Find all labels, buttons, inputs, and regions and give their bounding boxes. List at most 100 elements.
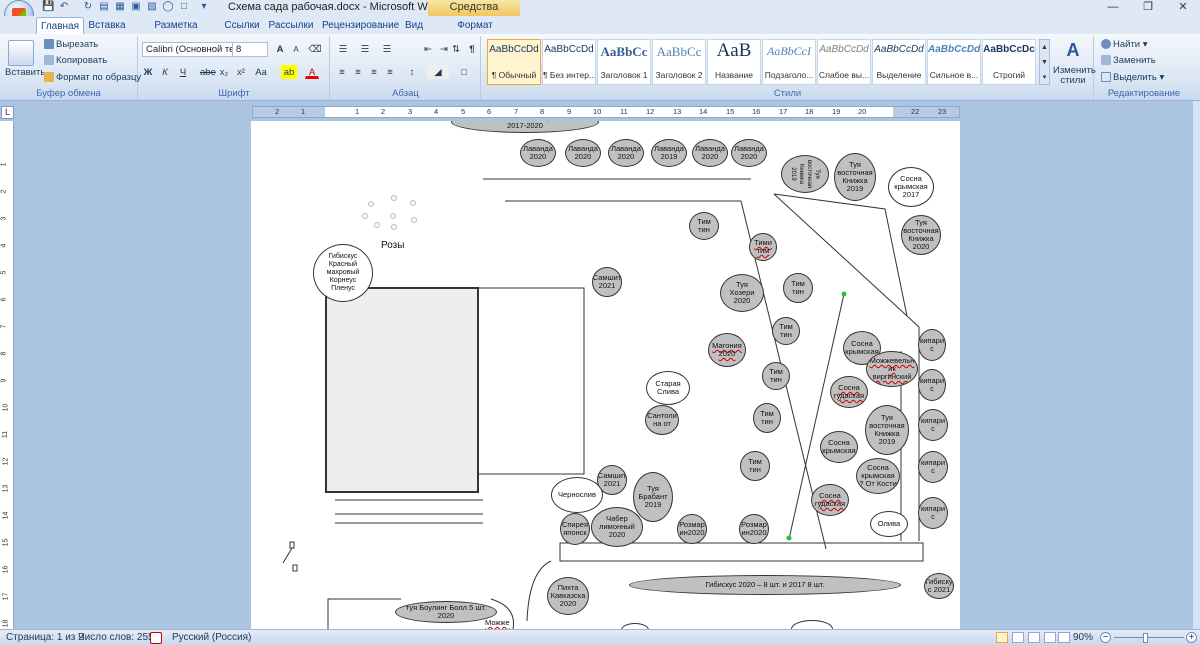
- plant-lavender[interactable]: Лаванда 2020: [731, 139, 767, 167]
- zoom-level[interactable]: 90%: [1073, 632, 1093, 643]
- replace-button[interactable]: Заменить: [1101, 55, 1156, 66]
- plant-crimean-pine[interactable]: Сосна крымская 2017: [888, 167, 934, 207]
- change-case-button[interactable]: Aa: [253, 65, 269, 79]
- plant-thuja[interactable]: Туя восточная Книжка 2019: [865, 405, 909, 455]
- qat-customize-icon[interactable]: ▾: [198, 1, 210, 13]
- full-screen-icon[interactable]: [1012, 632, 1024, 643]
- style-subtle-emphasis[interactable]: AaBbCcDd Слабое вы...: [817, 39, 871, 85]
- plant-rosemary[interactable]: Розмар ин2020: [739, 514, 769, 544]
- tab-references[interactable]: Ссылки: [222, 17, 262, 34]
- tab-insert[interactable]: Вставка: [86, 17, 128, 34]
- plant-hibiscus-red[interactable]: Гибискус Красный махровый Корнеус Пленус: [313, 244, 373, 302]
- plant-sudak-pine[interactable]: Сосна гудаская: [811, 484, 849, 516]
- close-icon[interactable]: ✕: [1168, 0, 1198, 16]
- numbering-icon[interactable]: ☰: [357, 42, 373, 56]
- tab-view[interactable]: Вид: [400, 17, 428, 34]
- styles-scroll-icon[interactable]: ▲ ▼ ▾: [1039, 39, 1050, 85]
- zoom-in-icon[interactable]: +: [1186, 632, 1197, 643]
- outline-icon[interactable]: [1044, 632, 1056, 643]
- vertical-scrollbar[interactable]: [1193, 101, 1200, 629]
- copy-button[interactable]: Копировать: [44, 55, 107, 66]
- plant-thyme[interactable]: Тим тин: [740, 451, 770, 481]
- redo-icon[interactable]: ↻: [82, 1, 94, 13]
- plant-thuja-bowling-ball[interactable]: туя Боулинг Болл 5 шт. 2020: [395, 601, 497, 623]
- font-size-combo[interactable]: 8: [232, 42, 268, 57]
- superscript-button[interactable]: x²: [235, 65, 247, 79]
- plant-boxwood[interactable]: Самшит 2021: [592, 267, 622, 297]
- plant-lavender[interactable]: Лаванда 2020: [692, 139, 728, 167]
- plant-cypress[interactable]: кипари с: [918, 409, 948, 441]
- vertical-ruler[interactable]: 1 2 3 4 5 6 7 8 9 10 11 12 13 14 15 16 17 18: [0, 121, 14, 629]
- underline-button[interactable]: Ч: [176, 65, 190, 79]
- font-name-combo[interactable]: Calibri (Основной тек: [142, 42, 234, 57]
- plant-crimean-pine[interactable]: Сосна крымская: [820, 431, 858, 463]
- plant-thuja-hoseri[interactable]: Туя Хозери 2020: [720, 274, 764, 312]
- print-layout-icon[interactable]: [996, 632, 1008, 643]
- plant-thyme[interactable]: Тим тин: [783, 273, 813, 303]
- plant-thyme[interactable]: Тим тин: [762, 362, 790, 390]
- minimize-icon[interactable]: —: [1098, 0, 1128, 16]
- qat-button-6-icon[interactable]: □: [178, 1, 190, 13]
- change-styles-button[interactable]: Изменить стили: [1053, 66, 1096, 86]
- plant-old-plum[interactable]: Старая Слива: [646, 371, 690, 405]
- spellcheck-icon[interactable]: [150, 632, 162, 644]
- tab-mailings[interactable]: Рассылки: [268, 17, 314, 34]
- style-no-spacing[interactable]: AaBbCcDd ¶ Без интер...: [542, 39, 596, 85]
- ruler-toggle-button[interactable]: L: [1, 106, 14, 119]
- qat-button-3-icon[interactable]: ▣: [130, 1, 142, 13]
- shading-icon[interactable]: ◢: [427, 65, 449, 79]
- word-count[interactable]: Число слов: 255: [78, 632, 154, 643]
- justify-icon[interactable]: ≡: [383, 65, 397, 79]
- paste-button[interactable]: Вставить: [5, 67, 45, 78]
- change-styles-icon[interactable]: A: [1062, 40, 1084, 62]
- plant-thyme[interactable]: Тими тим: [749, 233, 777, 261]
- zoom-out-icon[interactable]: −: [1100, 632, 1111, 643]
- web-layout-icon[interactable]: [1028, 632, 1040, 643]
- italic-button[interactable]: К: [159, 65, 171, 79]
- show-marks-icon[interactable]: ¶: [465, 42, 479, 56]
- plant-mahonia[interactable]: Магония 2020: [708, 333, 746, 367]
- strikethrough-button[interactable]: abe: [199, 65, 216, 79]
- plant-lavender[interactable]: Лаванда 2019: [651, 139, 687, 167]
- plant-cypress[interactable]: кипари с: [918, 451, 948, 483]
- draft-icon[interactable]: [1058, 632, 1070, 643]
- qat-button-2-icon[interactable]: ▦: [114, 1, 126, 13]
- paste-icon[interactable]: [8, 40, 34, 66]
- plant-cypress[interactable]: кипари с: [918, 369, 946, 401]
- plant-crimean-pine[interactable]: Сосна крымская ? От Кости: [856, 458, 900, 494]
- font-color-button[interactable]: A: [305, 65, 319, 79]
- style-heading-2[interactable]: AaBbCc Заголовок 2: [652, 39, 706, 85]
- tab-page-layout[interactable]: Разметка страницы: [134, 17, 218, 48]
- plant-prune[interactable]: Чернослив: [551, 477, 603, 513]
- cut-button[interactable]: Вырезать: [44, 39, 98, 50]
- plant-hibiscus-row[interactable]: Гибискус 2020 – 8 шт. и 2017 8 шт.: [629, 575, 901, 595]
- plant-caucasian-fir[interactable]: Пихта Кавказска 2020: [547, 577, 589, 615]
- style-heading-1[interactable]: AaBbCc Заголовок 1: [597, 39, 651, 85]
- context-tab-drawing-tools[interactable]: Средства рисования: [428, 0, 520, 28]
- plant-thuja-rotated[interactable]: Туя восточная Книжка 2019: [781, 155, 829, 193]
- tab-home[interactable]: Главная: [36, 17, 84, 34]
- bullets-icon[interactable]: ☰: [335, 42, 351, 56]
- bold-button[interactable]: Ж: [142, 65, 154, 79]
- subscript-button[interactable]: x₂: [218, 65, 230, 79]
- format-painter-button[interactable]: Формат по образцу: [44, 72, 141, 83]
- tab-review[interactable]: Рецензирование: [322, 17, 399, 34]
- page-count[interactable]: Страница: 1 из 2: [6, 632, 84, 643]
- style-subtitle[interactable]: AaBbCcI Подзаголо...: [762, 39, 816, 85]
- clear-format-icon[interactable]: ⌫: [307, 42, 323, 56]
- document-page[interactable]: Можжевельник казацкий 8шт. 2017-2020 Лав…: [251, 121, 960, 629]
- qat-button-4-icon[interactable]: ▧: [146, 1, 158, 13]
- borders-icon[interactable]: □: [453, 65, 475, 79]
- plant-olive[interactable]: Олива: [870, 511, 908, 537]
- plant-hibiscus[interactable]: Гибиску с 2021: [924, 573, 954, 599]
- plant-thyme[interactable]: Тим тин: [772, 317, 800, 345]
- find-button[interactable]: Найти ▾: [1101, 39, 1148, 50]
- tab-format[interactable]: Формат: [452, 17, 498, 34]
- align-left-icon[interactable]: ≡: [335, 65, 349, 79]
- plant-thyme[interactable]: Тим тин: [689, 212, 719, 240]
- plant-sudak-pine[interactable]: Сосна гудаская: [830, 376, 868, 408]
- undo-icon[interactable]: ↶: [58, 1, 70, 13]
- plant-lavender[interactable]: Лаванда 2020: [520, 139, 556, 167]
- align-center-icon[interactable]: ≡: [351, 65, 365, 79]
- plant-lavender[interactable]: Лаванда 2020: [608, 139, 644, 167]
